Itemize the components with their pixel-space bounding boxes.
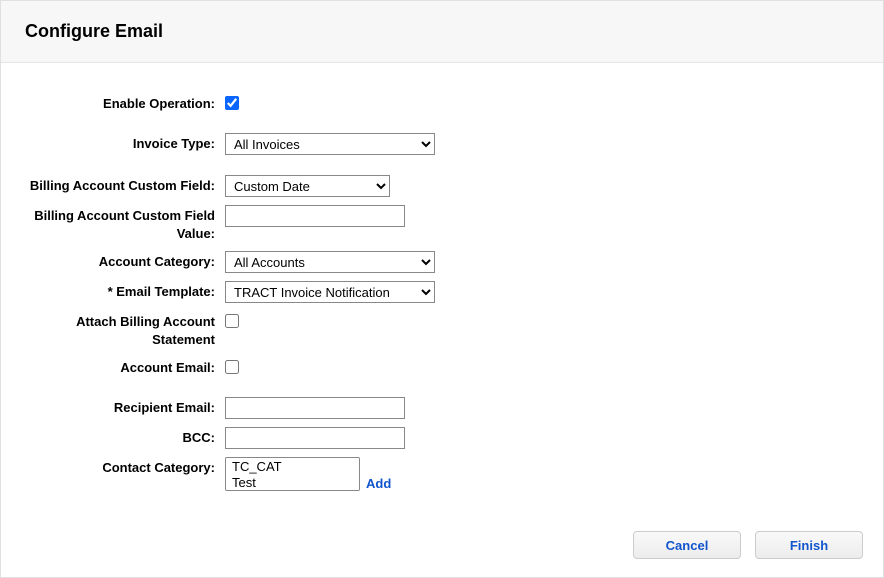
button-bar: Cancel Finish xyxy=(1,519,883,577)
contact-category-select[interactable]: TC_CAT Test xyxy=(225,457,360,491)
attach-stmt-label: Attach Billing Account Statement xyxy=(25,311,225,349)
billing-account-cfv-label: Billing Account Custom Field Value: xyxy=(25,205,225,243)
bcc-label: BCC: xyxy=(25,427,225,447)
cancel-button[interactable]: Cancel xyxy=(633,531,741,559)
invoice-type-label: Invoice Type: xyxy=(25,133,225,153)
recipient-email-input[interactable] xyxy=(225,397,405,419)
bcc-input[interactable] xyxy=(225,427,405,449)
invoice-type-select[interactable]: All Invoices xyxy=(225,133,435,155)
billing-account-cf-label: Billing Account Custom Field: xyxy=(25,175,225,195)
finish-button[interactable]: Finish xyxy=(755,531,863,559)
account-category-label: Account Category: xyxy=(25,251,225,271)
enable-operation-checkbox[interactable] xyxy=(225,96,239,110)
email-template-select[interactable]: TRACT Invoice Notification xyxy=(225,281,435,303)
recipient-email-label: Recipient Email: xyxy=(25,397,225,417)
account-email-label: Account Email: xyxy=(25,357,225,377)
billing-account-cf-select[interactable]: Custom Date xyxy=(225,175,390,197)
attach-stmt-checkbox[interactable] xyxy=(225,314,239,328)
account-email-checkbox[interactable] xyxy=(225,360,239,374)
email-template-label: * Email Template: xyxy=(25,281,225,301)
configure-email-dialog: ✖ Configure Email Enable Operation: Invo… xyxy=(0,0,884,578)
dialog-header: Configure Email xyxy=(1,1,883,63)
add-link[interactable]: Add xyxy=(366,476,391,491)
dialog-title: Configure Email xyxy=(25,21,859,42)
form-body: Enable Operation: Invoice Type: All Invo… xyxy=(1,63,883,519)
billing-account-cfv-input[interactable] xyxy=(225,205,405,227)
contact-category-label: Contact Category: xyxy=(25,457,225,477)
enable-operation-label: Enable Operation: xyxy=(25,93,225,113)
account-category-select[interactable]: All Accounts xyxy=(225,251,435,273)
